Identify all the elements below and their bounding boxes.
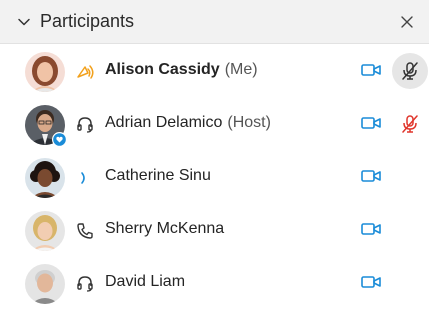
- host-badge-icon: [52, 132, 67, 147]
- participant-row[interactable]: David Liam: [0, 256, 429, 309]
- participant-name: David Liam: [105, 273, 186, 290]
- headset-icon: [77, 276, 93, 292]
- panel-header: Participants: [0, 0, 429, 44]
- participant-name: Adrian Delamico (Host): [105, 114, 271, 131]
- avatar: [25, 211, 65, 251]
- video-icon[interactable]: [361, 221, 381, 237]
- avatar: [25, 52, 65, 92]
- headset-icon: [77, 117, 93, 133]
- speaking-icon: [81, 172, 85, 184]
- participant-name: Catherine Sinu: [105, 167, 211, 184]
- participants-panel: Participants Alison Cassidy (Me) Adrian …: [0, 0, 429, 304]
- participant-row[interactable]: Adrian Delamico (Host): [0, 97, 429, 150]
- mute-button[interactable]: [392, 106, 428, 142]
- participant-name: Alison Cassidy (Me): [105, 61, 258, 78]
- microphone-muted-icon: [402, 115, 418, 133]
- avatar: [25, 105, 67, 147]
- video-icon[interactable]: [361, 62, 381, 78]
- microphone-muted-icon: [402, 62, 418, 80]
- participant-row[interactable]: Catherine Sinu: [0, 150, 429, 203]
- video-icon[interactable]: [361, 274, 381, 290]
- video-icon[interactable]: [361, 115, 381, 131]
- speaking-icon: [77, 65, 94, 79]
- panel-title: Participants: [40, 11, 135, 31]
- avatar: [25, 264, 65, 304]
- avatar: [25, 158, 65, 198]
- participant-row[interactable]: Sherry McKenna: [0, 203, 429, 256]
- mute-button[interactable]: [392, 53, 428, 89]
- participant-name: Sherry McKenna: [105, 220, 225, 237]
- close-icon[interactable]: [399, 14, 415, 30]
- phone-icon: [77, 223, 93, 239]
- participant-row[interactable]: Alison Cassidy (Me): [0, 44, 429, 97]
- chevron-down-icon[interactable]: [16, 14, 32, 30]
- participant-list: Alison Cassidy (Me) Adrian Delamico (Hos…: [0, 44, 429, 309]
- video-icon[interactable]: [361, 168, 381, 184]
